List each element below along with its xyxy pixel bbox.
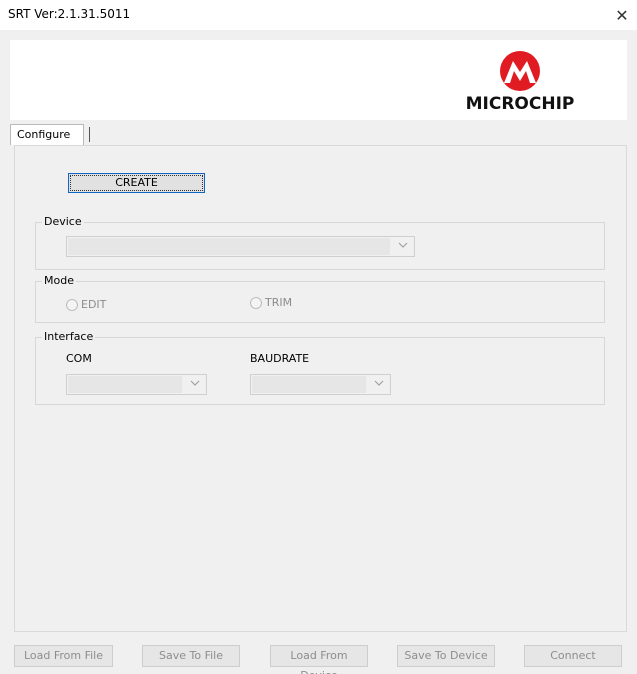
mode-group: Mode	[35, 274, 605, 323]
load-from-device-button[interactable]: Load From Device	[270, 645, 368, 674]
baudrate-select-value	[252, 376, 366, 393]
chevron-down-icon	[374, 378, 384, 388]
radio-circle-icon	[250, 296, 262, 309]
edit-radio-label: EDIT	[81, 298, 107, 311]
baudrate-label: BAUDRATE	[250, 352, 310, 365]
create-button[interactable]: CREATE	[68, 173, 205, 193]
close-icon[interactable]: ✕	[609, 2, 635, 28]
tab-divider	[89, 127, 90, 142]
baudrate-select[interactable]	[250, 374, 391, 395]
mode-group-label: Mode	[42, 274, 76, 287]
trim-radio-label: TRIM	[265, 296, 293, 309]
trim-radio[interactable]: TRIM	[250, 296, 292, 309]
microchip-wordmark: MICROCHIP	[465, 94, 575, 114]
connect-button[interactable]: Connect	[524, 645, 622, 667]
microchip-logo: MICROCHIP	[450, 48, 590, 118]
radio-circle-icon	[66, 298, 78, 311]
chevron-down-icon	[398, 240, 408, 250]
save-to-device-button[interactable]: Save To Device	[397, 645, 495, 667]
microchip-logo-icon	[498, 50, 542, 92]
logo-banner: MICROCHIP	[10, 40, 627, 120]
tab-configure[interactable]: Configure	[10, 124, 90, 145]
device-select[interactable]	[66, 236, 415, 257]
edit-radio[interactable]: EDIT	[66, 298, 106, 311]
window-title: SRT Ver:2.1.31.5011	[8, 7, 131, 21]
load-from-file-button[interactable]: Load From File	[14, 645, 113, 667]
chevron-down-icon	[190, 378, 200, 388]
com-label: COM	[66, 352, 92, 365]
save-to-file-button[interactable]: Save To File	[142, 645, 240, 667]
tab-configure-label: Configure	[17, 128, 71, 141]
device-group-label: Device	[42, 215, 84, 228]
com-select-value	[68, 376, 182, 393]
interface-group-label: Interface	[42, 330, 96, 343]
device-select-value	[68, 238, 390, 255]
srt-window: SRT Ver:2.1.31.5011 ✕ MICROCHIP Configur…	[0, 0, 637, 674]
title-bar: SRT Ver:2.1.31.5011 ✕	[0, 0, 637, 30]
com-select[interactable]	[66, 374, 207, 395]
